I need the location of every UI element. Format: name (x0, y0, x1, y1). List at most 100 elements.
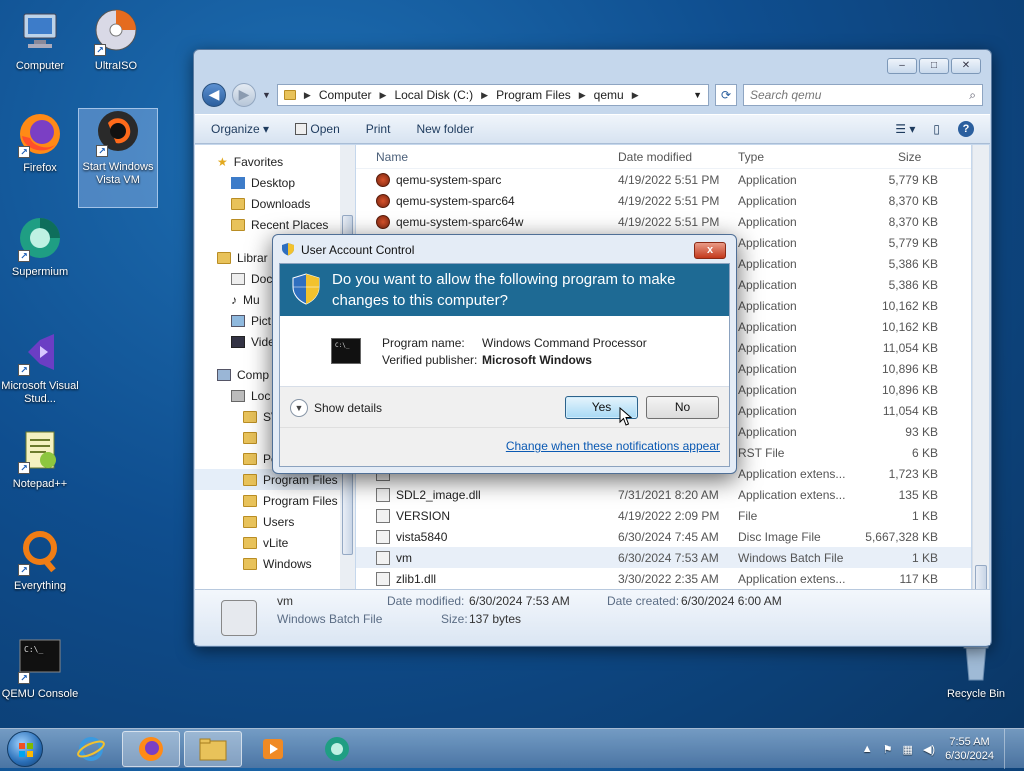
file-size: 8,370 KB (888, 193, 938, 208)
desktop-icon-everything[interactable]: ↗ Everything (0, 528, 80, 593)
address-bar-row: ◀ ▶ ▼ ▶ Computer ▶ Local Disk (C:) ▶ Pro… (202, 82, 983, 108)
open-button[interactable]: Open (295, 122, 340, 136)
nav-folder-users[interactable]: Users (195, 511, 354, 532)
desktop-icon-qemu-console[interactable]: C:\_ ↗ QEMU Console (0, 636, 80, 701)
close-button[interactable]: ✕ (951, 58, 981, 74)
change-notifications-link[interactable]: Change when these notifications appear (506, 439, 720, 453)
search-placeholder: Search qemu (750, 88, 822, 102)
change-view-icon[interactable]: ☰ ▾ (895, 122, 915, 136)
nav-desktop[interactable]: Desktop (195, 172, 354, 193)
column-header-size[interactable]: Size (858, 150, 938, 164)
taskbar-internet-explorer[interactable] (62, 731, 120, 767)
desktop-icon-visual-studio[interactable]: ↗ Microsoft Visual Stud... (0, 328, 80, 406)
show-desktop-button[interactable] (1004, 729, 1016, 769)
videos-icon (231, 335, 245, 348)
uac-dialog[interactable]: User Account Control x Do you want to al… (272, 234, 737, 474)
column-header-name[interactable]: Name (356, 150, 618, 164)
table-row[interactable]: VERSION 4/19/2022 2:09 PM File 1 KB (356, 505, 971, 526)
column-header-date[interactable]: Date modified (618, 150, 738, 164)
nav-folder-program-files-x86[interactable]: Program Files ( (195, 490, 354, 511)
refresh-button[interactable]: ⟳ (715, 84, 737, 106)
back-button[interactable]: ◀ (202, 83, 226, 107)
table-row[interactable]: qemu-system-sparc 4/19/2022 5:51 PM Applic… (356, 169, 971, 190)
nav-label: Loc (251, 388, 271, 403)
taskbar-media-player[interactable] (244, 731, 302, 767)
nav-downloads[interactable]: Downloads (195, 193, 354, 214)
table-row[interactable]: zlib1.dll 3/30/2022 2:35 AM Application ex… (356, 568, 971, 589)
desktop-icon-label: QEMU Console (1, 688, 79, 700)
maximize-button[interactable]: □ (919, 58, 949, 74)
nav-folder-vlite[interactable]: vLite (195, 532, 354, 553)
file-size: 135 KB (898, 487, 938, 502)
search-input[interactable]: Search qemu ⌕ (743, 84, 983, 106)
file-type: Application (738, 424, 797, 439)
start-button[interactable] (7, 731, 43, 767)
table-row[interactable]: SDL2_image.dll 7/31/2021 8:20 AM Applicati… (356, 484, 971, 505)
music-icon: ♪ (231, 292, 237, 307)
search-icon[interactable]: ⌕ (969, 88, 976, 103)
folder-icon (243, 515, 257, 528)
preview-pane-icon[interactable]: ▯ (933, 122, 940, 136)
breadcrumb-separator-icon: ▶ (631, 89, 639, 100)
forward-button[interactable]: ▶ (232, 83, 256, 107)
table-row[interactable]: vista5840 6/30/2024 7:45 AM Disc Image Fil… (356, 526, 971, 547)
desktop-icon-ultraiso[interactable]: ↗ UltraISO (76, 8, 156, 73)
help-icon[interactable]: ? (958, 121, 974, 137)
network-icon[interactable]: ▦ (903, 743, 913, 756)
nav-favorites[interactable]: ★ Favorites (195, 151, 354, 172)
details-date-modified-label: Date modified: (387, 594, 465, 608)
new-folder-button[interactable]: New folder (416, 122, 473, 136)
no-button[interactable]: No (646, 396, 719, 419)
shortcut-arrow-icon: ↗ (18, 146, 30, 158)
uac-shield-icon (292, 272, 320, 308)
desktop-icon-label: UltraISO (94, 60, 138, 72)
nav-recent-places[interactable]: Recent Places (195, 214, 354, 235)
breadcrumb-item[interactable]: Computer (319, 88, 372, 102)
folder-icon (283, 90, 296, 100)
command-prompt-icon: C:\_ (331, 338, 361, 364)
star-icon: ★ (217, 154, 228, 169)
nav-label: Librar (237, 250, 268, 265)
table-row[interactable]: qemu-system-sparc64 4/19/2022 5:51 PM Appl… (356, 190, 971, 211)
clock[interactable]: 7:55 AM 6/30/2024 (945, 735, 994, 763)
file-type: Application (738, 172, 797, 187)
breadcrumb-item[interactable]: qemu (594, 88, 624, 102)
file-icon (376, 550, 390, 565)
recent-pages-chevron-icon[interactable]: ▼ (262, 90, 271, 100)
system-tray: ▲ ⚑ ▦ ◀) 7:55 AM 6/30/2024 (862, 729, 1016, 769)
address-field[interactable]: ▶ Computer ▶ Local Disk (C:) ▶ Program F… (276, 84, 709, 106)
taskbar-firefox[interactable] (122, 731, 180, 767)
internet-explorer-icon (77, 737, 105, 761)
table-row[interactable]: qemu-system-sparc64w 4/19/2022 5:51 PM App… (356, 211, 971, 232)
taskbar-supermium[interactable] (308, 731, 366, 767)
firefox-icon: ↗ (16, 110, 64, 158)
file-type: Disc Image File (738, 529, 821, 544)
table-row[interactable]: vm 6/30/2024 7:53 AM Windows Batch File 1 K… (356, 547, 971, 568)
taskbar-explorer[interactable] (184, 731, 242, 767)
action-center-flag-icon[interactable]: ⚑ (883, 743, 893, 756)
file-size: 8,370 KB (888, 214, 938, 229)
show-hidden-icons-icon[interactable]: ▲ (862, 743, 873, 755)
details-pane: vm Windows Batch File Date modified: 6/3… (195, 589, 990, 645)
show-details-toggle[interactable]: ▼ Show details (290, 399, 382, 417)
close-button[interactable]: x (694, 242, 726, 259)
uac-content: Do you want to allow the following progr… (279, 263, 730, 467)
desktop-icon-computer[interactable]: Computer (0, 8, 80, 73)
organize-button[interactable]: Organize ▾ (211, 122, 269, 136)
address-dropdown-icon[interactable]: ▼ (693, 90, 702, 100)
desktop-icon-notepadpp[interactable]: ↗ Notepad++ (0, 426, 80, 491)
command-bar: Organize ▾ Open Print New folder ☰ ▾ ▯ ? (195, 114, 990, 144)
breadcrumb-item[interactable]: Local Disk (C:) (394, 88, 473, 102)
folder-icon (199, 738, 227, 761)
column-header-type[interactable]: Type (738, 150, 858, 164)
desktop-icon-start-vista-vm[interactable]: ↗ Start Windows Vista VM (78, 108, 158, 208)
volume-icon[interactable]: ◀) (923, 743, 935, 756)
minimize-button[interactable]: – (887, 58, 917, 74)
desktop-icon-supermium[interactable]: ↗ Supermium (0, 214, 80, 279)
file-list-scrollbar[interactable] (972, 145, 989, 635)
breadcrumb-item[interactable]: Program Files (496, 88, 571, 102)
open-label: Open (310, 122, 340, 136)
desktop-icon-firefox[interactable]: ↗ Firefox (0, 110, 80, 175)
print-button[interactable]: Print (366, 122, 391, 136)
nav-folder-windows[interactable]: Windows (195, 553, 354, 574)
